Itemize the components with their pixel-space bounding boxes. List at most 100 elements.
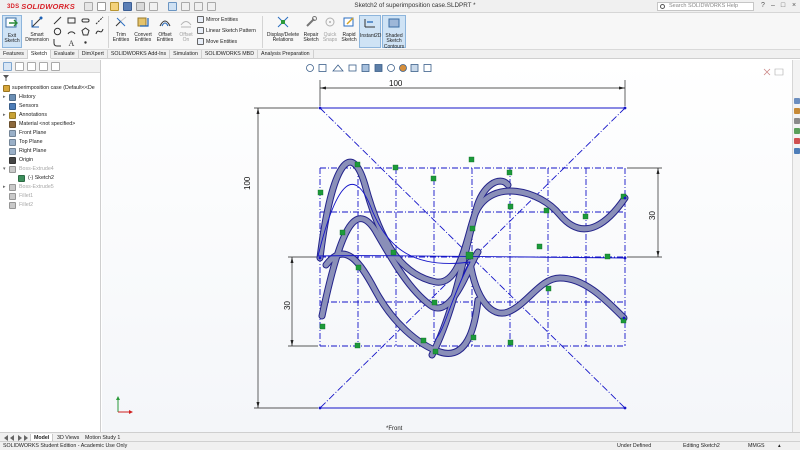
relation-marker[interactable] <box>354 161 361 168</box>
tree-item-fillet2[interactable]: Fillet2 <box>0 201 101 210</box>
dimension-line-left[interactable] <box>254 107 318 409</box>
tree-item-boss-extrude5[interactable]: ▸ Boss-Extrude5 <box>0 183 101 192</box>
sketch-point[interactable] <box>623 256 627 260</box>
design-library-icon[interactable] <box>794 108 800 114</box>
sketch-point[interactable] <box>623 106 627 110</box>
tree-item-fillet1[interactable]: Fillet1 <box>0 192 101 201</box>
tab-analysis-preparation[interactable]: Analysis Preparation <box>258 50 314 59</box>
relation-marker[interactable] <box>431 299 438 306</box>
instant2d-button[interactable]: Instant2D <box>359 15 381 48</box>
search-input[interactable]: Search SOLIDWORKS Help <box>657 2 754 11</box>
sketch-point[interactable] <box>623 196 627 200</box>
line-tool-icon[interactable] <box>53 16 62 25</box>
select-arrow-icon[interactable] <box>168 2 177 11</box>
relation-marker[interactable] <box>469 225 476 232</box>
tree-item-part[interactable]: superimposition case (Default<<De <box>0 84 101 93</box>
relation-marker[interactable] <box>392 164 399 171</box>
sketch-point[interactable] <box>318 256 322 260</box>
expand-arrow-icon[interactable]: ▸ <box>3 183 6 192</box>
centerline-tool-icon[interactable] <box>95 16 104 25</box>
trim-entities-button[interactable]: Trim Entities <box>111 15 131 48</box>
tree-item-history[interactable]: ▸ History <box>0 93 101 102</box>
tab-dimxpert[interactable]: DimXpert <box>79 50 108 59</box>
configuration-manager-tab-icon[interactable] <box>27 62 36 71</box>
tree-item-sketch2[interactable]: (-) Sketch2 <box>0 174 101 183</box>
rebuild-icon[interactable] <box>181 2 190 11</box>
sketch-point[interactable] <box>622 316 626 320</box>
relation-marker[interactable] <box>339 229 346 236</box>
tree-item-right-plane[interactable]: Right Plane <box>0 147 101 156</box>
tree-item-annotations[interactable]: ▸ Annotations <box>0 111 101 120</box>
minimize-button[interactable]: – <box>768 1 778 11</box>
dimension-line-lower-left[interactable] <box>288 256 318 347</box>
tree-item-top-plane[interactable]: Top Plane <box>0 138 101 147</box>
convert-entities-button[interactable]: Convert Entities <box>132 15 154 48</box>
solidworks-logo[interactable]: 3DS SOLIDWORKS <box>4 1 78 12</box>
maximize-button[interactable]: □ <box>778 1 788 11</box>
property-manager-tab-icon[interactable] <box>15 62 24 71</box>
display-delete-relations-button[interactable]: Display/Delete Relations <box>265 15 301 48</box>
text-tool-icon[interactable]: A <box>67 38 76 47</box>
relation-marker[interactable] <box>506 169 513 176</box>
relation-marker[interactable] <box>430 175 437 182</box>
tree-item-sensors[interactable]: Sensors <box>0 102 101 111</box>
expand-arrow-icon[interactable]: ▸ <box>3 111 6 120</box>
rectangle-tool-icon[interactable] <box>67 16 76 25</box>
open-icon[interactable] <box>110 2 119 11</box>
status-units[interactable]: MMGS <box>748 442 764 450</box>
collapse-arrow-icon[interactable]: ▾ <box>3 165 6 174</box>
tab-simulation[interactable]: Simulation <box>170 50 202 59</box>
relation-marker[interactable] <box>355 264 362 271</box>
save-icon[interactable] <box>123 2 132 11</box>
dimxpert-manager-tab-icon[interactable] <box>39 62 48 71</box>
linear-sketch-pattern-button[interactable]: Linear Sketch Pattern <box>197 27 256 34</box>
exit-sketch-button[interactable]: Exit Sketch <box>2 15 22 48</box>
undo-icon[interactable] <box>149 2 158 11</box>
tree-item-material[interactable]: Material <not specified> <box>0 120 101 129</box>
relation-marker[interactable] <box>545 285 552 292</box>
tab-evaluate[interactable]: Evaluate <box>51 50 79 59</box>
tree-item-boss-extrude4[interactable]: ▾ Boss-Extrude4 <box>0 165 101 174</box>
sketch-point[interactable] <box>623 406 627 410</box>
tree-item-front-plane[interactable]: Front Plane <box>0 129 101 138</box>
print-icon[interactable] <box>136 2 145 11</box>
close-button[interactable]: × <box>789 1 799 11</box>
fillet-tool-icon[interactable] <box>53 38 62 47</box>
display-manager-tab-icon[interactable] <box>51 62 60 71</box>
move-entities-button[interactable]: Move Entities <box>197 38 237 45</box>
relation-marker-origin[interactable] <box>465 251 474 260</box>
appearances-icon[interactable] <box>794 138 800 144</box>
repair-sketch-button[interactable]: Repair Sketch <box>302 15 320 48</box>
dimension-text-left[interactable]: 100 <box>243 176 252 190</box>
tab-solidworks-mbd[interactable]: SOLIDWORKS MBD <box>202 50 259 59</box>
offset-entities-button[interactable]: Offset Entities <box>155 15 175 48</box>
dimension-text-lower-left[interactable]: 30 <box>283 301 292 310</box>
relation-marker[interactable] <box>604 253 611 260</box>
custom-properties-icon[interactable] <box>794 148 800 154</box>
slot-tool-icon[interactable] <box>81 16 90 25</box>
file-properties-icon[interactable] <box>194 2 203 11</box>
tab-solidworks-add-ins[interactable]: SOLIDWORKS Add-Ins <box>108 50 171 59</box>
relation-marker[interactable] <box>507 203 514 210</box>
offset-on-surface-button[interactable]: Offset On <box>176 15 196 48</box>
rapid-sketch-button[interactable]: Rapid Sketch <box>340 15 358 48</box>
relation-marker[interactable] <box>536 243 543 250</box>
relation-marker[interactable] <box>543 207 550 214</box>
relation-marker[interactable] <box>390 249 397 256</box>
graphics-area[interactable]: 100 100 30 30 *Front <box>102 60 792 432</box>
relation-marker[interactable] <box>468 156 475 163</box>
sketch-point[interactable] <box>318 406 322 410</box>
relation-marker[interactable] <box>420 337 427 344</box>
relation-marker[interactable] <box>354 342 361 349</box>
file-explorer-icon[interactable] <box>794 118 800 124</box>
sketch-canvas[interactable]: 100 100 30 30 *Front <box>102 60 792 432</box>
mirror-entities-button[interactable]: Mirror Entities <box>197 16 238 23</box>
filter-icon[interactable] <box>3 75 9 81</box>
options-gear-icon[interactable] <box>207 2 216 11</box>
relation-marker[interactable] <box>582 213 589 220</box>
relation-marker[interactable] <box>317 189 324 196</box>
sketch-point[interactable] <box>318 106 322 110</box>
tree-item-origin[interactable]: Origin <box>0 156 101 165</box>
relation-marker[interactable] <box>507 339 514 346</box>
quick-snaps-button[interactable]: Quick Snaps <box>321 15 339 48</box>
